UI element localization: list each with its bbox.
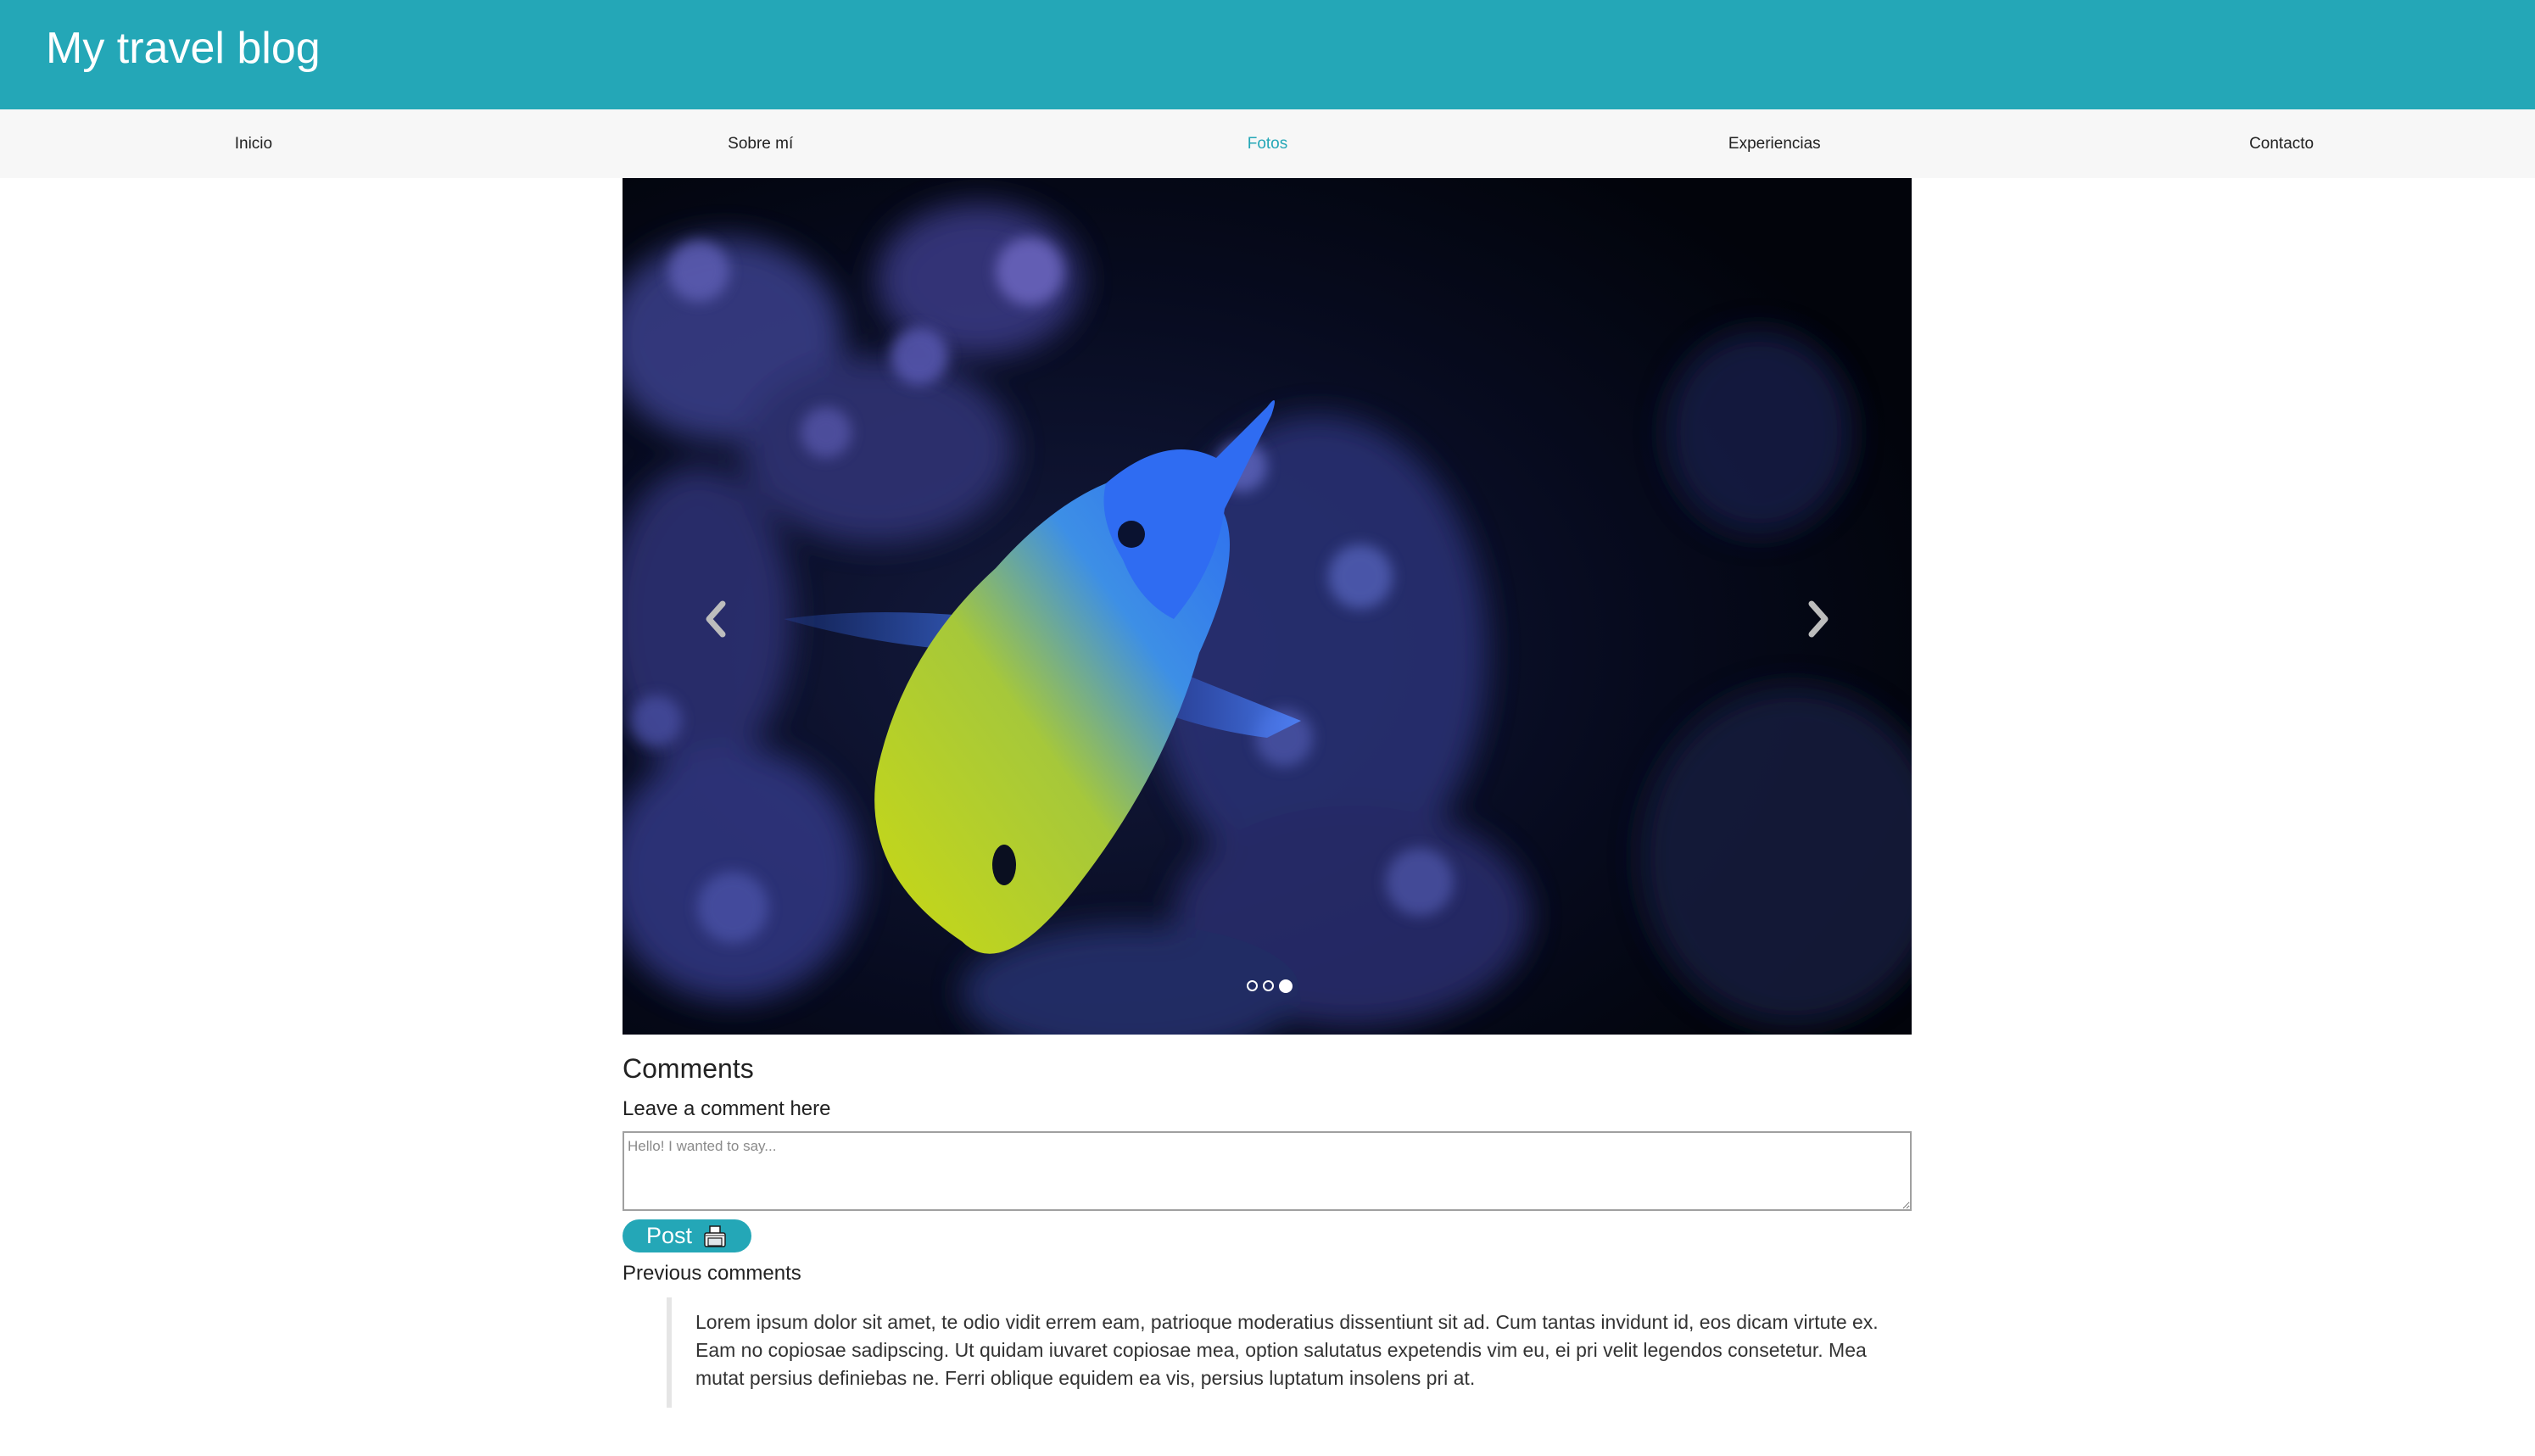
nav-item-inicio[interactable]: Inicio <box>0 109 507 178</box>
photo-carousel[interactable] <box>623 178 1912 1035</box>
previous-comment-text: Lorem ipsum dolor sit amet, te odio vidi… <box>695 1311 1879 1389</box>
carousel-next-button[interactable] <box>1784 577 1852 661</box>
previous-comments-label: Previous comments <box>623 1262 801 1285</box>
comments-heading: Comments <box>623 1053 754 1084</box>
previous-comment: Lorem ipsum dolor sit amet, te odio vidi… <box>667 1297 1912 1408</box>
post-button-label: Post <box>645 1223 693 1248</box>
site-title[interactable]: My travel blog <box>46 22 321 75</box>
nav-item-fotos[interactable]: Fotos <box>1014 109 1522 178</box>
chevron-right-icon <box>1808 600 1829 638</box>
carousel-indicator-2[interactable] <box>1262 980 1274 991</box>
post-button[interactable]: Post <box>623 1219 751 1252</box>
nav-item-contacto[interactable]: Contacto <box>2028 109 2535 178</box>
main-navbar: Inicio Sobre mí Fotos Experiencias Conta… <box>0 109 2535 178</box>
carousel-indicator-3[interactable] <box>1278 979 1293 993</box>
site-header: My travel blog <box>0 0 2535 109</box>
carousel-indicator-1[interactable] <box>1246 980 1258 991</box>
chevron-left-icon <box>706 600 726 638</box>
nav-item-sobre-mi[interactable]: Sobre mí <box>507 109 1014 178</box>
leave-comment-label: Leave a comment here <box>623 1097 831 1120</box>
nav-item-experiencias[interactable]: Experiencias <box>1521 109 2028 178</box>
printer-icon <box>704 1224 726 1247</box>
carousel-prev-button[interactable] <box>682 577 750 661</box>
comment-textarea[interactable] <box>623 1131 1912 1211</box>
carousel-image-fish <box>623 178 1912 1035</box>
carousel-indicators <box>0 979 2535 993</box>
